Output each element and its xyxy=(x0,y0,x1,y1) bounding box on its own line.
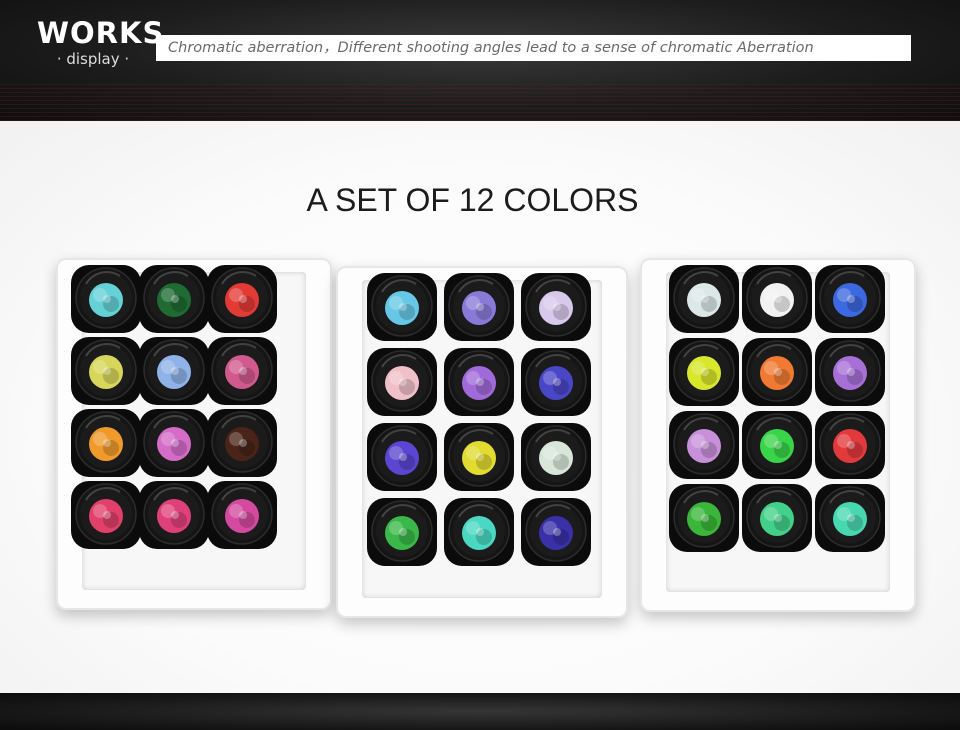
gel-jar xyxy=(521,273,591,341)
gel-jar xyxy=(367,348,437,416)
gel-jar xyxy=(669,484,739,552)
gel-jar xyxy=(444,348,514,416)
gel-jar xyxy=(71,337,141,405)
jar-tray-right xyxy=(640,258,916,612)
gel-jar xyxy=(444,498,514,566)
gel-jar xyxy=(742,338,812,406)
gel-jar xyxy=(669,265,739,333)
gel-jar xyxy=(71,265,141,333)
header-band: WORKS · display · Chromatic aberration，D… xyxy=(0,0,960,121)
gel-jar xyxy=(521,498,591,566)
gel-jar xyxy=(742,265,812,333)
gel-jar xyxy=(669,411,739,479)
gel-jar xyxy=(139,337,209,405)
gel-jar xyxy=(139,409,209,477)
gel-jar xyxy=(815,484,885,552)
gel-jar xyxy=(367,423,437,491)
gel-jar xyxy=(444,423,514,491)
gel-jar xyxy=(742,411,812,479)
gel-jar xyxy=(444,273,514,341)
gel-jar xyxy=(742,484,812,552)
gel-jar xyxy=(207,265,277,333)
gel-jar xyxy=(815,411,885,479)
brand-title: WORKS xyxy=(37,16,165,50)
photo-heading: A SET OF 12 COLORS xyxy=(306,182,639,218)
gel-jar xyxy=(207,337,277,405)
gel-jar xyxy=(71,409,141,477)
gel-jar xyxy=(367,273,437,341)
gel-jar xyxy=(521,423,591,491)
product-photo: A SET OF 12 COLORS xyxy=(0,121,960,693)
gel-jar xyxy=(815,338,885,406)
gel-jar xyxy=(367,498,437,566)
jar-tray-left xyxy=(56,258,332,610)
gel-jar xyxy=(139,265,209,333)
tagline-bar: Chromatic aberration，Different shooting … xyxy=(156,35,911,61)
brand-subtitle: · display · xyxy=(56,50,130,68)
gel-jar xyxy=(71,481,141,549)
header-stripes xyxy=(0,84,960,121)
footer-band xyxy=(0,693,960,730)
jar-tray-center xyxy=(336,266,628,618)
gel-jar xyxy=(207,409,277,477)
gel-jar xyxy=(815,265,885,333)
gel-jar xyxy=(669,338,739,406)
gel-jar xyxy=(207,481,277,549)
gel-jar xyxy=(139,481,209,549)
gel-jar xyxy=(521,348,591,416)
